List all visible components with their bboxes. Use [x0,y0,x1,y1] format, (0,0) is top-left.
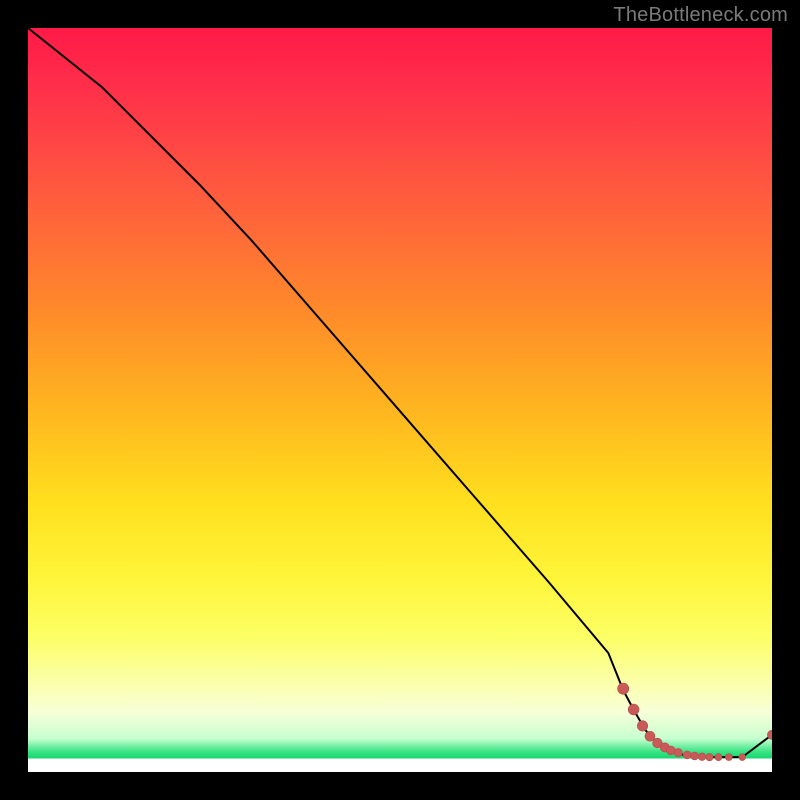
marker-dot [698,753,706,761]
marker-dot [674,748,682,756]
curve-path [28,28,772,757]
chart-root: TheBottleneck.com [0,0,800,800]
marker-dot [618,683,629,694]
marker-dot [628,704,639,715]
marker-dot [637,721,647,731]
marker-dot [706,753,713,760]
marker-dot [691,752,699,760]
chart-overlay [28,28,772,772]
marker-cluster [618,683,772,761]
curve-line [28,28,772,757]
watermark-text: TheBottleneck.com [613,4,788,27]
marker-dot [683,751,691,759]
marker-dot [739,754,746,761]
plot-area [28,28,772,772]
marker-dot [715,754,722,761]
marker-dot [725,754,732,761]
